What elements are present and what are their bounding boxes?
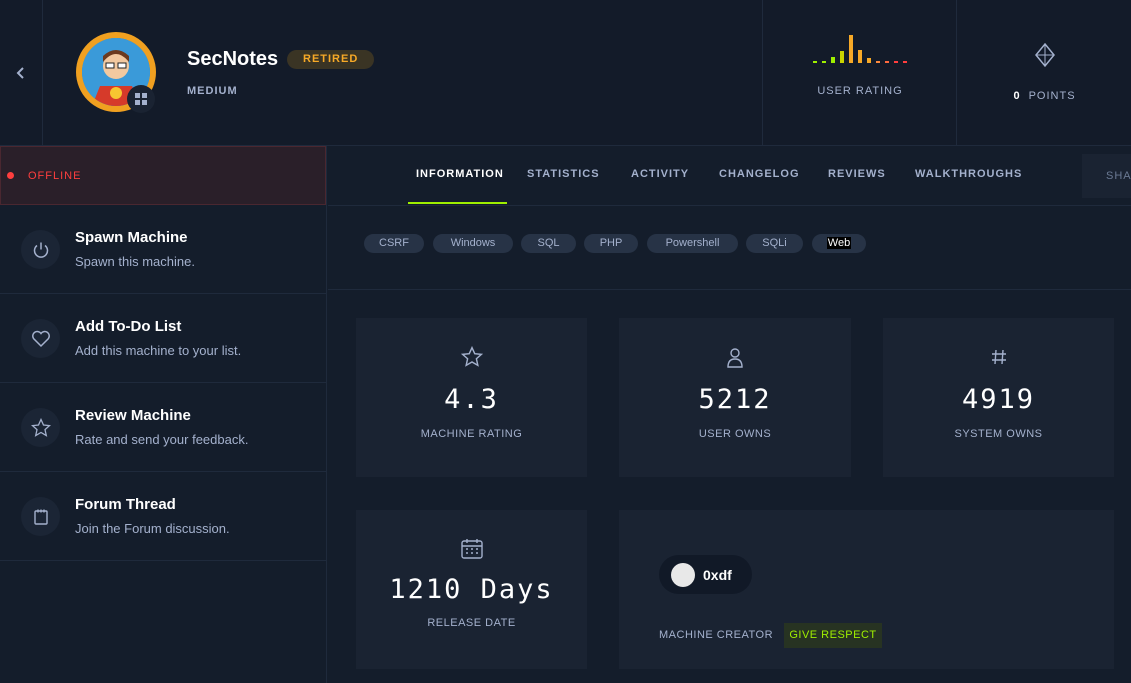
tag-windows[interactable]: Windows <box>433 234 513 253</box>
side-item-subtitle: Add this machine to your list. <box>75 343 242 358</box>
tab-statistics[interactable]: STATISTICS <box>527 168 600 180</box>
release-date-label: RELEASE DATE <box>427 617 516 629</box>
machine-creator-card: 0xdf MACHINE CREATOR GIVE RESPECT <box>619 510 1114 669</box>
side-item-title: Review Machine <box>75 407 191 424</box>
forum-thread-item[interactable]: Forum Thread Join the Forum discussion. <box>0 472 326 561</box>
user-owns-value: 5212 <box>698 384 772 415</box>
hash-icon <box>883 348 1114 366</box>
system-owns-card: 4919 SYSTEM OWNS <box>883 318 1114 477</box>
creator-label: MACHINE CREATOR <box>659 629 774 641</box>
tab-information[interactable]: INFORMATION <box>416 168 504 180</box>
creator-profile-link[interactable]: 0xdf <box>659 555 752 594</box>
retired-badge: RETIRED <box>287 50 375 69</box>
star-icon <box>356 346 587 368</box>
active-tab-indicator <box>408 202 507 204</box>
side-item-subtitle: Rate and send your feedback. <box>75 432 249 447</box>
tag-powershell[interactable]: Powershell <box>647 234 738 253</box>
diamond-icon <box>1035 42 1055 68</box>
release-date-value: 1210 Days <box>389 574 554 605</box>
points: 0 POINTS <box>956 0 1131 146</box>
user-rating: USER RATING <box>762 0 956 146</box>
forum-icon <box>21 497 60 536</box>
system-owns-value: 4919 <box>961 384 1036 415</box>
side-item-title: Forum Thread <box>75 496 176 513</box>
tag-csrf[interactable]: CSRF <box>364 234 424 253</box>
user-rating-label: USER RATING <box>817 85 903 97</box>
release-date-card: 1210 Days RELEASE DATE <box>356 510 587 669</box>
back-button[interactable] <box>0 0 43 146</box>
difficulty-label: MEDIUM <box>187 85 238 97</box>
system-owns-label: SYSTEM OWNS <box>954 428 1043 440</box>
tag-php[interactable]: PHP <box>584 234 638 253</box>
machine-header: SecNotes RETIRED MEDIUM USER RATING 0 POI… <box>0 0 1131 146</box>
status-dot <box>7 172 14 179</box>
user-owns-label: USER OWNS <box>698 428 772 440</box>
machine-status: OFFLINE <box>0 146 326 205</box>
status-text: OFFLINE <box>28 169 82 182</box>
machine-rating-label: MACHINE RATING <box>420 428 523 440</box>
rating-bars-icon <box>813 35 907 63</box>
user-owns-card: 5212 USER OWNS <box>619 318 851 477</box>
machine-rating-value: 4.3 <box>444 384 499 415</box>
machine-rating-card: 4.3 MACHINE RATING <box>356 318 587 477</box>
heart-icon <box>21 319 60 358</box>
side-item-title: Spawn Machine <box>75 229 188 246</box>
spawn-machine-item[interactable]: Spawn Machine Spawn this machine. <box>0 205 326 294</box>
power-icon <box>21 230 60 269</box>
tag-sqli[interactable]: SQLi <box>746 234 803 253</box>
review-machine-item[interactable]: Review Machine Rate and send your feedba… <box>0 383 326 472</box>
machine-name: SecNotes <box>187 48 279 70</box>
sidebar: OFFLINE Spawn Machine Spawn this machine… <box>0 146 327 683</box>
tag-web[interactable]: Web <box>812 234 866 253</box>
chevron-left-icon <box>16 67 24 79</box>
add-todo-item[interactable]: Add To-Do List Add this machine to your … <box>0 294 326 383</box>
tag-list: CSRF Windows SQL PHP Powershell SQLi Web <box>328 206 1131 290</box>
tab-activity[interactable]: ACTIVITY <box>631 168 689 180</box>
tag-web-label: Web <box>826 237 852 249</box>
calendar-icon <box>356 538 587 560</box>
creator-name: 0xdf <box>703 566 732 583</box>
points-value: 0 <box>1013 90 1021 102</box>
creator-avatar <box>671 562 695 587</box>
share-button[interactable]: SHA <box>1082 154 1131 198</box>
star-icon <box>21 408 60 447</box>
user-icon <box>619 347 851 369</box>
side-item-subtitle: Join the Forum discussion. <box>75 521 230 536</box>
side-item-subtitle: Spawn this machine. <box>75 254 195 269</box>
side-item-title: Add To-Do List <box>75 318 182 335</box>
points-label: POINTS <box>1028 90 1076 102</box>
tab-reviews[interactable]: REVIEWS <box>828 168 886 180</box>
give-respect-button[interactable]: GIVE RESPECT <box>784 623 882 648</box>
tab-changelog[interactable]: CHANGELOG <box>719 168 800 180</box>
tab-bar: INFORMATION STATISTICS ACTIVITY CHANGELO… <box>328 146 1131 206</box>
tag-sql[interactable]: SQL <box>521 234 576 253</box>
windows-icon <box>127 85 155 113</box>
tab-walkthroughs[interactable]: WALKTHROUGHS <box>915 168 1022 180</box>
